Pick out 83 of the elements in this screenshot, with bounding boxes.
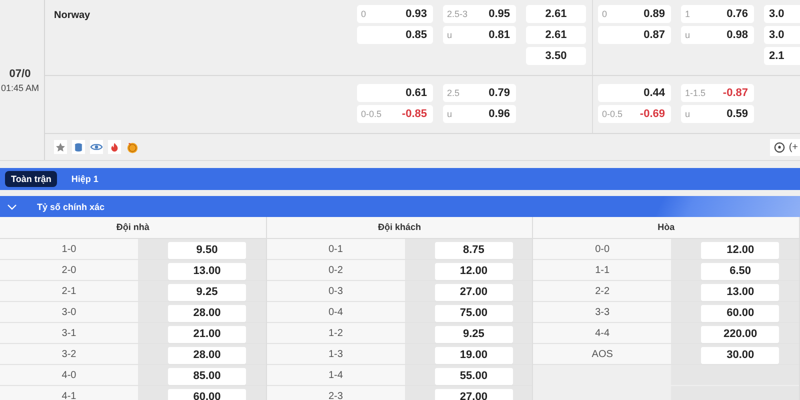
- more-markets-button[interactable]: (+: [770, 138, 800, 156]
- odds-button[interactable]: 2.61: [526, 5, 586, 23]
- fire-icon[interactable]: [108, 140, 121, 154]
- market-header[interactable]: Tỷ số chính xác: [0, 196, 800, 217]
- odds-button[interactable]: 6.50: [701, 262, 780, 280]
- coin-icon[interactable]: [126, 140, 139, 154]
- score-label: AOS: [590, 348, 614, 362]
- score-label: 1-1: [594, 264, 611, 278]
- score-label: 0-3: [327, 284, 344, 298]
- odds-button[interactable]: 55.00: [434, 368, 513, 384]
- odds-button[interactable]: 1 0.76: [681, 5, 754, 23]
- odds-button[interactable]: 0.87: [598, 26, 671, 44]
- star-icon[interactable]: [54, 140, 67, 154]
- score-label: 2-2: [594, 284, 611, 298]
- score-label: 0-1: [327, 242, 344, 256]
- odds-button[interactable]: 85.00: [168, 368, 246, 384]
- score-label: 2-3: [327, 390, 344, 400]
- odds-button[interactable]: u 0.59: [681, 105, 754, 123]
- market-title: Tỷ số chính xác: [37, 202, 105, 212]
- odds-button[interactable]: 9.25: [168, 284, 246, 300]
- score-label: 3-2: [60, 348, 78, 362]
- odds-button[interactable]: 2.1: [764, 47, 800, 65]
- score-label: 4-0: [60, 368, 78, 382]
- period-tab[interactable]: Hiệp 1: [65, 171, 104, 187]
- odds-button[interactable]: 0 0.93: [357, 5, 433, 23]
- odds-button[interactable]: u 0.98: [681, 26, 754, 44]
- odds-button[interactable]: 0-0.5 -0.69: [598, 105, 671, 123]
- odds-button[interactable]: u 0.96: [443, 105, 516, 123]
- score-label: 2-1: [60, 284, 78, 298]
- odds-button[interactable]: 19.00: [434, 346, 513, 364]
- score-label: 4-1: [60, 390, 78, 400]
- odds-button[interactable]: 30.00: [701, 346, 780, 364]
- score-label: 3-1: [60, 326, 78, 340]
- score-label: 0-2: [327, 264, 344, 278]
- score-label: 4-4: [594, 326, 611, 340]
- odds-button[interactable]: 0.61: [357, 84, 433, 102]
- odds-button[interactable]: 220.00: [701, 326, 780, 342]
- odds-button[interactable]: 3.0: [764, 26, 800, 44]
- odds-button[interactable]: 1-1.5 -0.87: [681, 84, 754, 102]
- odds-button[interactable]: 3.0: [764, 5, 800, 23]
- odds-button[interactable]: 60.00: [701, 304, 780, 322]
- soccer-ball-icon: [774, 142, 785, 152]
- score-label: 1-4: [327, 368, 344, 382]
- odds-button[interactable]: 2.5-3 0.95: [443, 5, 516, 23]
- column-heading: Đội nhà: [0, 217, 266, 239]
- score-label: 1-0: [60, 242, 78, 256]
- score-label: 1-3: [327, 348, 344, 362]
- odds-button[interactable]: 12.00: [701, 242, 780, 258]
- eye-icon[interactable]: [90, 140, 103, 154]
- odds-button[interactable]: 0 0.89: [598, 5, 671, 23]
- odds-button[interactable]: 21.00: [168, 326, 246, 342]
- period-tab[interactable]: Toàn trận: [5, 171, 58, 187]
- score-label: 0-0: [594, 242, 611, 256]
- odds-button[interactable]: 2.61: [526, 26, 586, 44]
- database-icon[interactable]: [72, 140, 85, 154]
- odds-button[interactable]: 28.00: [168, 346, 246, 364]
- column-heading: Hòa: [533, 217, 800, 239]
- odds-button[interactable]: 27.00: [434, 388, 513, 400]
- odds-button[interactable]: 3.50: [526, 47, 586, 65]
- column-heading: Đội khách: [266, 217, 532, 239]
- score-label: 3-0: [60, 306, 78, 320]
- odds-button[interactable]: 28.00: [168, 304, 246, 322]
- odds-button[interactable]: 12.00: [434, 262, 513, 280]
- score-label: 1-2: [327, 326, 344, 340]
- odds-button[interactable]: 13.00: [701, 284, 780, 300]
- odds-button[interactable]: 0.44: [598, 84, 671, 102]
- odds-button[interactable]: 8.75: [434, 242, 513, 258]
- odds-button[interactable]: 0-0.5 -0.85: [357, 105, 433, 123]
- score-label: 0-4: [327, 306, 344, 320]
- match-date: 07/0: [9, 68, 31, 80]
- odds-button[interactable]: u 0.81: [443, 26, 516, 44]
- odds-button[interactable]: 27.00: [434, 284, 513, 300]
- odds-button[interactable]: 9.25: [434, 326, 513, 342]
- odds-button[interactable]: 75.00: [434, 304, 513, 322]
- score-label: 2-0: [60, 264, 78, 278]
- odds-button[interactable]: 2.5 0.79: [443, 84, 516, 102]
- odds-button[interactable]: 9.50: [168, 242, 246, 258]
- team-name: Norway: [54, 10, 90, 21]
- odds-button[interactable]: 13.00: [168, 262, 246, 280]
- odds-button[interactable]: 60.00: [168, 388, 246, 400]
- odds-button[interactable]: 0.85: [357, 26, 433, 44]
- score-label: 3-3: [594, 306, 611, 320]
- match-time: 01:45 AM: [0, 83, 40, 93]
